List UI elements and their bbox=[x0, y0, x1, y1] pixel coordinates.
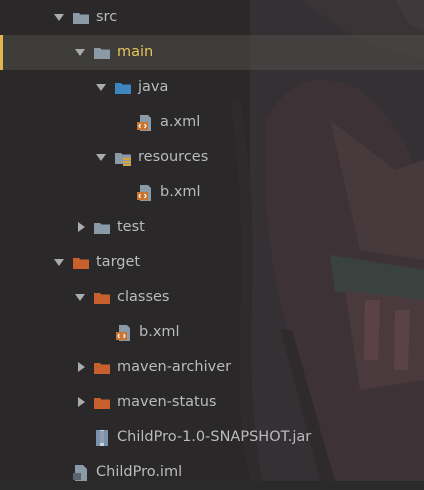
tree-item-label: src bbox=[96, 9, 118, 25]
chevron-down-icon[interactable] bbox=[53, 11, 65, 23]
tree-item-label: java bbox=[138, 79, 169, 95]
chevron-down-icon[interactable] bbox=[95, 81, 107, 93]
tree-item-iml[interactable]: ChildPro.iml bbox=[0, 455, 424, 490]
tree-item-label: classes bbox=[117, 289, 170, 305]
tree-item-label: maven-archiver bbox=[117, 359, 232, 375]
tree-item-resources[interactable]: resources bbox=[0, 140, 424, 175]
tree-item-maven-status[interactable]: maven-status bbox=[0, 385, 424, 420]
chevron-right-icon[interactable] bbox=[75, 221, 87, 233]
tree-item-label: ChildPro.iml bbox=[96, 464, 183, 480]
tree-item-main[interactable]: main bbox=[0, 35, 424, 70]
tree-item-label: ChildPro-1.0-SNAPSHOT.jar bbox=[117, 429, 312, 445]
folder-icon bbox=[94, 223, 110, 234]
tree-item-jar[interactable]: ChildPro-1.0-SNAPSHOT.jar bbox=[0, 420, 424, 455]
chevron-down-icon[interactable] bbox=[53, 256, 65, 268]
tree-item-label: a.xml bbox=[160, 114, 201, 130]
resources-folder-icon bbox=[115, 153, 131, 166]
excluded-folder-icon bbox=[94, 398, 110, 409]
tree-item-label: target bbox=[96, 254, 141, 270]
project-tree: src main java a.xml resources b.xml test… bbox=[0, 0, 424, 481]
tree-item-b-xml[interactable]: b.xml bbox=[0, 175, 424, 210]
chevron-down-icon[interactable] bbox=[74, 46, 86, 58]
tree-item-test[interactable]: test bbox=[0, 210, 424, 245]
tree-item-label: maven-status bbox=[117, 394, 217, 410]
tree-item-b-xml[interactable]: b.xml bbox=[0, 315, 424, 350]
xml-file-icon bbox=[137, 115, 151, 131]
tree-item-label: main bbox=[117, 44, 154, 60]
source-folder-icon bbox=[115, 83, 131, 94]
xml-file-icon bbox=[137, 185, 151, 201]
tree-item-label: b.xml bbox=[160, 184, 201, 200]
xml-file-icon bbox=[116, 325, 130, 341]
chevron-right-icon[interactable] bbox=[75, 396, 87, 408]
tree-item-label: resources bbox=[138, 149, 209, 165]
tree-item-src[interactable]: src bbox=[0, 0, 424, 35]
tree-item-java[interactable]: java bbox=[0, 70, 424, 105]
jar-file-icon bbox=[96, 430, 108, 446]
chevron-down-icon[interactable] bbox=[74, 291, 86, 303]
iml-file-icon bbox=[73, 465, 87, 481]
tree-item-target[interactable]: target bbox=[0, 245, 424, 280]
chevron-right-icon[interactable] bbox=[75, 361, 87, 373]
chevron-down-icon[interactable] bbox=[95, 151, 107, 163]
tree-item-classes[interactable]: classes bbox=[0, 280, 424, 315]
tree-item-a-xml[interactable]: a.xml bbox=[0, 105, 424, 140]
folder-icon bbox=[94, 48, 110, 59]
tree-item-maven-archiver[interactable]: maven-archiver bbox=[0, 350, 424, 385]
excluded-folder-icon bbox=[94, 363, 110, 374]
excluded-folder-icon bbox=[73, 258, 89, 269]
tree-item-label: test bbox=[117, 219, 145, 235]
folder-icon bbox=[73, 13, 89, 24]
tree-item-label: b.xml bbox=[139, 324, 180, 340]
excluded-folder-icon bbox=[94, 293, 110, 304]
